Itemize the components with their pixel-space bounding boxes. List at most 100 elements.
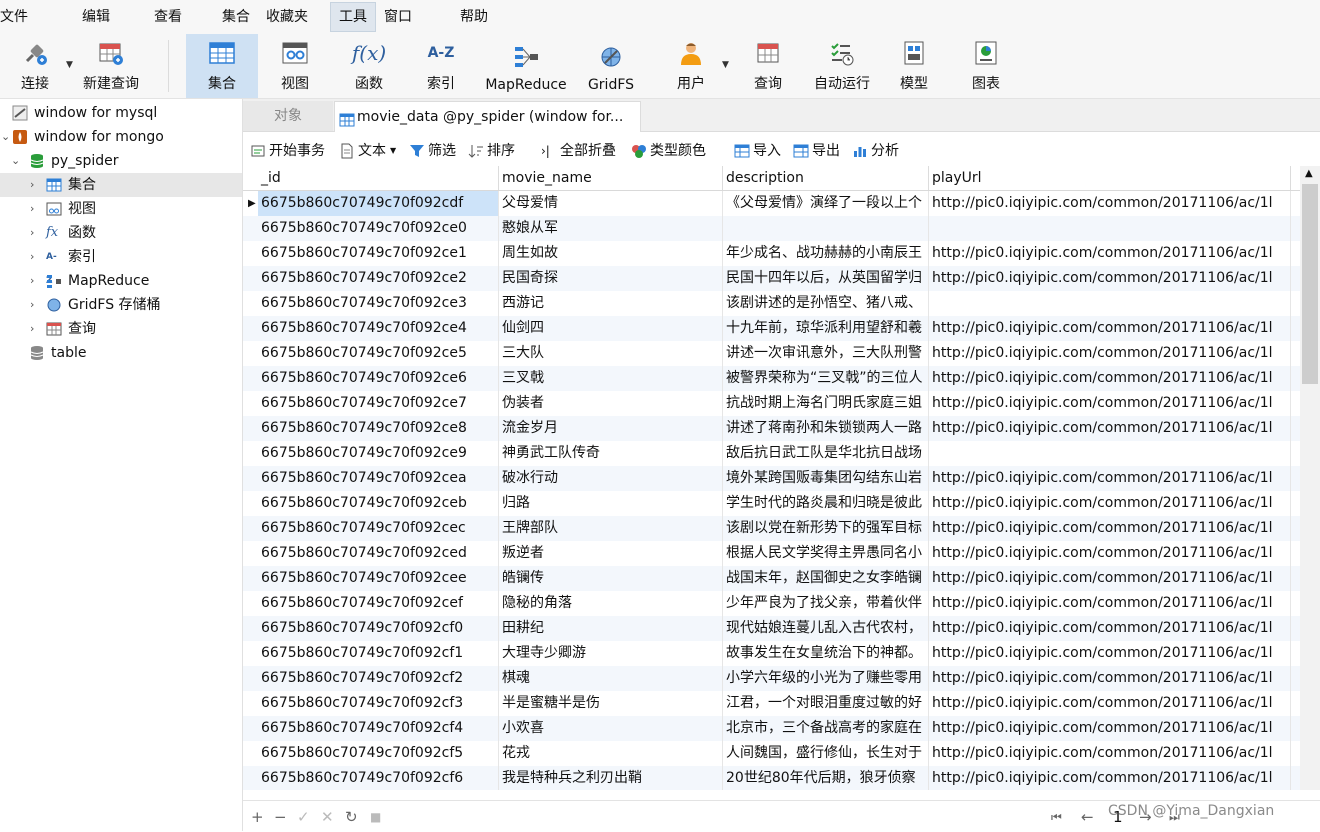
cell-description[interactable]: 讲述了蒋南孙和朱锁锁两人一路	[723, 416, 929, 441]
delete-record-button[interactable]: −	[274, 808, 287, 826]
table-row[interactable]: 6675b860c70749c70f092cef 隐秘的角落 少年严良为了找父亲，带…	[243, 591, 1300, 616]
cell-playurl[interactable]: http://pic0.iqiyipic.com/common/20171106…	[929, 666, 1291, 691]
cell-movie-name[interactable]: 田耕纪	[499, 616, 723, 641]
text-view-button[interactable]: 文本 ▼	[339, 141, 396, 161]
tree-connection-mysql[interactable]: window for mysql	[0, 101, 242, 125]
cell-playurl[interactable]: http://pic0.iqiyipic.com/common/20171106…	[929, 366, 1291, 391]
cell-playurl[interactable]	[929, 291, 1291, 316]
cell-id[interactable]: 6675b860c70749c70f092cf4	[258, 716, 499, 741]
cell-id[interactable]: 6675b860c70749c70f092cdf	[258, 191, 499, 216]
cell-playurl[interactable]: http://pic0.iqiyipic.com/common/20171106…	[929, 591, 1291, 616]
tab-objects[interactable]: 对象	[243, 101, 333, 131]
previous-page-button[interactable]: ←	[1081, 808, 1094, 826]
chevron-right-icon[interactable]: ›	[30, 221, 34, 245]
cell-playurl[interactable]: http://pic0.iqiyipic.com/common/20171106…	[929, 391, 1291, 416]
tree-item-gridfs[interactable]: › GridFS 存储桶	[0, 293, 242, 317]
tree-connection-mongo[interactable]: ⌄ window for mongo	[0, 125, 242, 149]
cell-playurl[interactable]	[929, 441, 1291, 466]
connect-button[interactable]: 连接	[8, 34, 62, 98]
connect-dropdown-icon[interactable]: ▼	[66, 60, 73, 70]
cell-movie-name[interactable]: 西游记	[499, 291, 723, 316]
cell-playurl[interactable]: http://pic0.iqiyipic.com/common/20171106…	[929, 466, 1291, 491]
cell-movie-name[interactable]: 三叉戟	[499, 366, 723, 391]
tab-movie-data[interactable]: movie_data @py_spider (window for...	[334, 101, 641, 132]
chevron-right-icon[interactable]: ›	[30, 317, 34, 341]
cell-playurl[interactable]: http://pic0.iqiyipic.com/common/20171106…	[929, 491, 1291, 516]
cell-description[interactable]: 十九年前，琼华派利用望舒和羲	[723, 316, 929, 341]
cell-description[interactable]: 战国末年，赵国御史之女李皓镧	[723, 566, 929, 591]
begin-transaction-button[interactable]: 开始事务	[250, 141, 325, 161]
model-button[interactable]: 模型	[886, 34, 942, 98]
column-header-movie-name[interactable]: movie_name	[499, 166, 723, 190]
new-query-button[interactable]: 新建查询	[78, 34, 144, 98]
chevron-down-icon[interactable]: ⌄	[11, 149, 20, 173]
autorun-button[interactable]: 自动运行	[806, 34, 878, 98]
query-button[interactable]: 查询	[740, 34, 796, 98]
table-row[interactable]: 6675b860c70749c70f092cf6 我是特种兵之利刃出鞘 20世纪80…	[243, 766, 1300, 790]
cell-playurl[interactable]: http://pic0.iqiyipic.com/common/20171106…	[929, 541, 1291, 566]
column-header-playurl[interactable]: playUrl	[929, 166, 1291, 190]
table-row[interactable]: 6675b860c70749c70f092cee 皓镧传 战国末年，赵国御史之女李皓…	[243, 566, 1300, 591]
view-button[interactable]: 视图	[264, 34, 326, 98]
cell-description[interactable]: 《父母爱情》演绎了一段以上个	[723, 191, 929, 216]
table-row[interactable]: 6675b860c70749c70f092ce8 流金岁月 讲述了蒋南孙和朱锁锁两人…	[243, 416, 1300, 441]
tree-database-table[interactable]: table	[0, 341, 242, 365]
add-record-button[interactable]: +	[251, 808, 264, 826]
cell-id[interactable]: 6675b860c70749c70f092ce7	[258, 391, 499, 416]
cell-description[interactable]: 民国十四年以后，从英国留学归	[723, 266, 929, 291]
cell-movie-name[interactable]: 憨娘从军	[499, 216, 723, 241]
cell-playurl[interactable]: http://pic0.iqiyipic.com/common/20171106…	[929, 691, 1291, 716]
cell-description[interactable]: 20世纪80年代后期，狼牙侦察	[723, 766, 929, 790]
cell-playurl[interactable]: http://pic0.iqiyipic.com/common/20171106…	[929, 766, 1291, 790]
table-row[interactable]: 6675b860c70749c70f092cf1 大理寺少卿游 故事发生在女皇统治下…	[243, 641, 1300, 666]
cell-id[interactable]: 6675b860c70749c70f092ced	[258, 541, 499, 566]
tree-item-views[interactable]: › 视图	[0, 197, 242, 221]
cell-playurl[interactable]: http://pic0.iqiyipic.com/common/20171106…	[929, 341, 1291, 366]
cell-id[interactable]: 6675b860c70749c70f092cf6	[258, 766, 499, 790]
table-row[interactable]: 6675b860c70749c70f092ce7 伪装者 抗战时期上海名门明氏家庭三…	[243, 391, 1300, 416]
cell-playurl[interactable]: http://pic0.iqiyipic.com/common/20171106…	[929, 266, 1291, 291]
cell-playurl[interactable]: http://pic0.iqiyipic.com/common/20171106…	[929, 566, 1291, 591]
cell-description[interactable]	[723, 216, 929, 241]
table-row[interactable]: 6675b860c70749c70f092ce9 神勇武工队传奇 敌后抗日武工队是华…	[243, 441, 1300, 466]
mapreduce-button[interactable]: MapReduce	[480, 34, 572, 98]
cell-description[interactable]: 被警界荣称为“三叉戟”的三位人	[723, 366, 929, 391]
type-color-button[interactable]: 类型颜色	[631, 141, 706, 161]
cell-playurl[interactable]: http://pic0.iqiyipic.com/common/20171106…	[929, 516, 1291, 541]
cell-playurl[interactable]: http://pic0.iqiyipic.com/common/20171106…	[929, 191, 1291, 216]
cell-description[interactable]: 年少成名、战功赫赫的小南辰王	[723, 241, 929, 266]
stop-button[interactable]: ■	[370, 810, 381, 824]
chevron-right-icon[interactable]: ›	[30, 173, 34, 197]
table-row[interactable]: 6675b860c70749c70f092ce0 憨娘从军	[243, 216, 1300, 241]
cell-description[interactable]: 江君，一个对眼泪重度过敏的好	[723, 691, 929, 716]
cell-movie-name[interactable]: 我是特种兵之利刃出鞘	[499, 766, 723, 790]
table-row[interactable]: 6675b860c70749c70f092ceb 归路 学生时代的路炎晨和归晓是彼此…	[243, 491, 1300, 516]
scroll-up-icon[interactable]: ▲	[1305, 168, 1313, 179]
cell-movie-name[interactable]: 花戎	[499, 741, 723, 766]
cell-id[interactable]: 6675b860c70749c70f092cea	[258, 466, 499, 491]
table-row[interactable]: 6675b860c70749c70f092cf2 棋魂 小学六年级的小光为了赚些零用…	[243, 666, 1300, 691]
collapse-all-button[interactable]: ›| 全部折叠	[541, 141, 616, 161]
cell-playurl[interactable]: http://pic0.iqiyipic.com/common/20171106…	[929, 716, 1291, 741]
cell-id[interactable]: 6675b860c70749c70f092ceb	[258, 491, 499, 516]
menu-window[interactable]: 窗口	[376, 3, 420, 31]
cell-movie-name[interactable]: 父母爱情	[499, 191, 723, 216]
cell-description[interactable]: 抗战时期上海名门明氏家庭三姐	[723, 391, 929, 416]
menu-tools[interactable]: 工具	[330, 2, 376, 32]
cell-id[interactable]: 6675b860c70749c70f092cec	[258, 516, 499, 541]
cell-description[interactable]: 境外某跨国贩毒集团勾结东山岩	[723, 466, 929, 491]
cell-movie-name[interactable]: 伪装者	[499, 391, 723, 416]
cell-movie-name[interactable]: 三大队	[499, 341, 723, 366]
table-row[interactable]: 6675b860c70749c70f092cec 王牌部队 该剧以党在新形势下的强军…	[243, 516, 1300, 541]
cell-description[interactable]: 北京市，三个备战高考的家庭在	[723, 716, 929, 741]
menu-file[interactable]: 文件	[0, 3, 36, 31]
menu-favorites[interactable]: 收藏夹	[258, 3, 316, 31]
cell-playurl[interactable]: http://pic0.iqiyipic.com/common/20171106…	[929, 416, 1291, 441]
cell-playurl[interactable]: http://pic0.iqiyipic.com/common/20171106…	[929, 641, 1291, 666]
cell-id[interactable]: 6675b860c70749c70f092cef	[258, 591, 499, 616]
menu-collection[interactable]: 集合	[214, 3, 258, 31]
table-row[interactable]: 6675b860c70749c70f092ce6 三叉戟 被警界荣称为“三叉戟”的三…	[243, 366, 1300, 391]
cell-id[interactable]: 6675b860c70749c70f092cf3	[258, 691, 499, 716]
chevron-right-icon[interactable]: ›	[30, 197, 34, 221]
menu-view[interactable]: 查看	[146, 3, 190, 31]
